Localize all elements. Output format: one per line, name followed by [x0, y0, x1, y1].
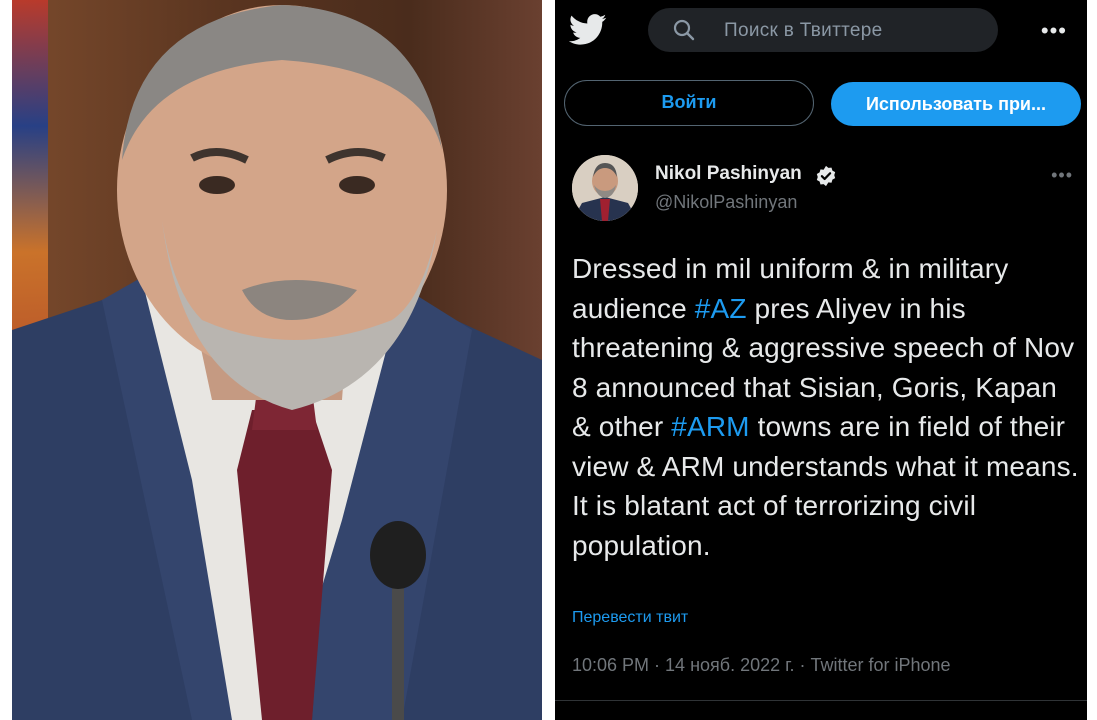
twitter-post-panel: Поиск в Твиттере ••• Войти Использовать …: [555, 0, 1087, 720]
tweet-text: Dressed in mil uniform & in military aud…: [572, 249, 1082, 565]
tweet-meta: 10:06 PM · 14 нояб. 2022 г. · Twitter fo…: [572, 655, 951, 675]
man-in-suit-illustration: [12, 5, 542, 720]
portrait-photo: [12, 0, 542, 720]
post-more-icon[interactable]: •••: [1051, 165, 1073, 186]
author-name[interactable]: Nikol Pashinyan: [655, 163, 802, 185]
hashtag-link[interactable]: #AZ: [695, 293, 747, 324]
hashtag-link[interactable]: #ARM: [671, 411, 749, 442]
search-placeholder: Поиск в Твиттере: [724, 20, 883, 41]
more-icon[interactable]: •••: [1041, 18, 1067, 44]
author-avatar-image: [572, 155, 638, 221]
divider: [555, 700, 1087, 701]
search-input[interactable]: Поиск в Твиттере: [648, 8, 998, 52]
login-button[interactable]: Войти: [564, 80, 814, 126]
search-icon: [673, 19, 695, 41]
translate-tweet-link[interactable]: Перевести твит: [572, 609, 688, 627]
twitter-top-bar: Поиск в Твиттере •••: [555, 0, 1087, 64]
use-app-button[interactable]: Использовать при...: [831, 82, 1081, 126]
verified-badge-icon: [816, 165, 836, 187]
twitter-bird-icon[interactable]: [569, 14, 607, 46]
avatar[interactable]: [572, 155, 638, 221]
author-handle[interactable]: @NikolPashinyan: [655, 192, 797, 213]
